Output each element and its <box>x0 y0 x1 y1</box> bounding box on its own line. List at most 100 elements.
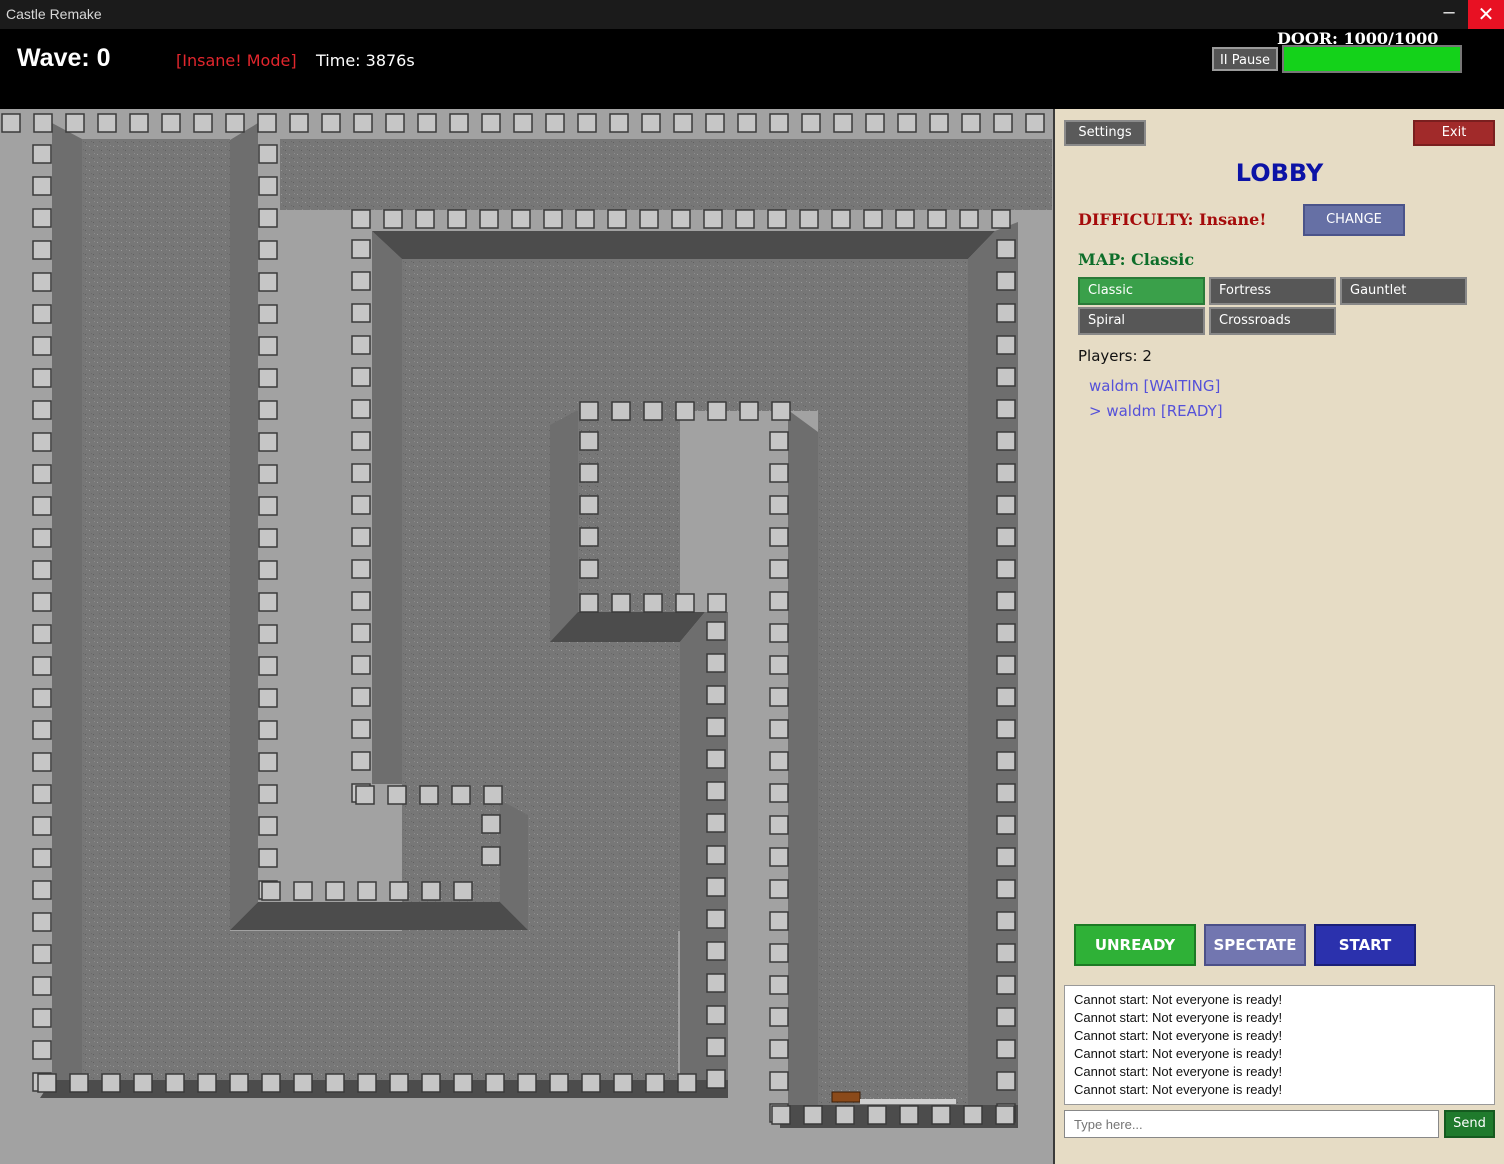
pause-button[interactable]: II Pause <box>1212 47 1278 71</box>
battlement-merlon <box>639 209 659 229</box>
battlement-merlon <box>258 528 278 548</box>
unready-button[interactable]: UNREADY <box>1074 924 1196 966</box>
battlement-merlon <box>996 591 1016 611</box>
battlement-merlon <box>801 113 821 133</box>
battlement-merlon <box>963 1105 983 1125</box>
battlement-merlon <box>996 239 1016 259</box>
battlement-merlon <box>351 399 371 419</box>
battlement-merlon <box>771 1105 791 1125</box>
battlement-merlon <box>258 304 278 324</box>
window-title: Castle Remake <box>6 6 102 22</box>
battlement-merlon <box>769 1007 789 1027</box>
battlement-merlon <box>32 1008 52 1028</box>
battlement-merlon <box>351 239 371 259</box>
battlement-merlon <box>579 463 599 483</box>
battlement-merlon <box>611 593 631 613</box>
battlement-merlon <box>991 209 1011 229</box>
battlement-merlon <box>703 209 723 229</box>
minimize-icon[interactable]: ─ <box>1432 0 1466 29</box>
battlement-merlon <box>996 463 1016 483</box>
battlement-merlon <box>258 656 278 676</box>
gravel-path <box>402 259 550 784</box>
spectate-button[interactable]: SPECTATE <box>1204 924 1306 966</box>
lobby-title: LOBBY <box>1235 159 1324 187</box>
battlement-merlon <box>351 623 371 643</box>
time-counter: Time: 3876s <box>316 51 415 70</box>
battlement-merlon <box>996 623 1016 643</box>
map-button-gauntlet[interactable]: Gauntlet <box>1340 277 1467 305</box>
battlement-merlon <box>258 816 278 836</box>
start-button[interactable]: START <box>1314 924 1416 966</box>
send-button[interactable]: Send <box>1444 1110 1495 1138</box>
wall-slope <box>230 123 258 930</box>
battlement-merlon <box>421 881 441 901</box>
chat-input[interactable] <box>1064 1110 1439 1138</box>
battlement-merlon <box>996 1039 1016 1059</box>
battlement-merlon <box>32 432 52 452</box>
battlement-merlon <box>581 1073 601 1093</box>
battlement-merlon <box>32 400 52 420</box>
battlement-merlon <box>32 816 52 836</box>
chat-log[interactable]: Cannot start: Not everyone is ready! Can… <box>1064 985 1495 1105</box>
map-button-spiral[interactable]: Spiral <box>1078 307 1205 335</box>
battlement-merlon <box>769 911 789 931</box>
battlement-merlon <box>32 560 52 580</box>
battlement-merlon <box>675 401 695 421</box>
battlement-merlon <box>577 113 597 133</box>
map-button-classic[interactable]: Classic <box>1078 277 1205 305</box>
battlement-merlon <box>865 113 885 133</box>
battlement-merlon <box>579 431 599 451</box>
battlement-merlon <box>485 1073 505 1093</box>
battlement-merlon <box>32 656 52 676</box>
battlement-merlon <box>258 720 278 740</box>
battlement-merlon <box>705 113 725 133</box>
battlement-merlon <box>65 113 85 133</box>
battlement-merlon <box>706 1005 726 1025</box>
battlement-merlon <box>673 113 693 133</box>
battlement-merlon <box>996 431 1016 451</box>
battlement-merlon <box>769 751 789 771</box>
battlement-merlon <box>258 240 278 260</box>
settings-button[interactable]: Settings <box>1064 120 1146 146</box>
game-map[interactable] <box>0 109 1053 1164</box>
battlement-merlon <box>769 559 789 579</box>
close-icon[interactable]: ✕ <box>1468 0 1504 29</box>
battlement-merlon <box>769 591 789 611</box>
change-difficulty-button[interactable]: CHANGE <box>1303 204 1405 236</box>
battlement-merlon <box>351 559 371 579</box>
battlement-merlon <box>996 527 1016 547</box>
battlement-merlon <box>645 1073 665 1093</box>
battlement-merlon <box>996 943 1016 963</box>
battlement-merlon <box>289 113 309 133</box>
wall-slope <box>788 410 818 1105</box>
battlement-merlon <box>193 113 213 133</box>
battlement-merlon <box>831 209 851 229</box>
battlement-merlon <box>417 113 437 133</box>
map-button-crossroads[interactable]: Crossroads <box>1209 307 1336 335</box>
lobby-panel: Settings Exit LOBBY DIFFICULTY: Insane! … <box>1053 109 1504 1164</box>
map-button-fortress[interactable]: Fortress <box>1209 277 1336 305</box>
battlement-merlon <box>929 113 949 133</box>
battlement-merlon <box>479 209 499 229</box>
wave-counter: Wave: 0 <box>17 44 111 72</box>
battlement-merlon <box>197 1073 217 1093</box>
battlement-merlon <box>258 432 278 452</box>
battlement-merlon <box>927 209 947 229</box>
battlement-merlon <box>481 113 501 133</box>
battlement-merlon <box>769 113 789 133</box>
battlement-merlon <box>643 593 663 613</box>
battlement-merlon <box>996 335 1016 355</box>
battlement-merlon <box>706 1037 726 1057</box>
door-health-bar <box>1282 45 1462 73</box>
battlement-merlon <box>258 496 278 516</box>
battlement-merlon <box>351 527 371 547</box>
chat-message: Cannot start: Not everyone is ready! <box>1074 1082 1283 1097</box>
battlement-merlon <box>769 847 789 867</box>
battlement-merlon <box>706 909 726 929</box>
window-titlebar: Castle Remake ─ ✕ <box>0 0 1504 29</box>
battlement-merlon <box>32 1040 52 1060</box>
chat-message: Cannot start: Not everyone is ready! <box>1074 1010 1283 1025</box>
exit-button[interactable]: Exit <box>1413 120 1495 146</box>
battlement-merlon <box>607 209 627 229</box>
battlement-merlon <box>351 367 371 387</box>
